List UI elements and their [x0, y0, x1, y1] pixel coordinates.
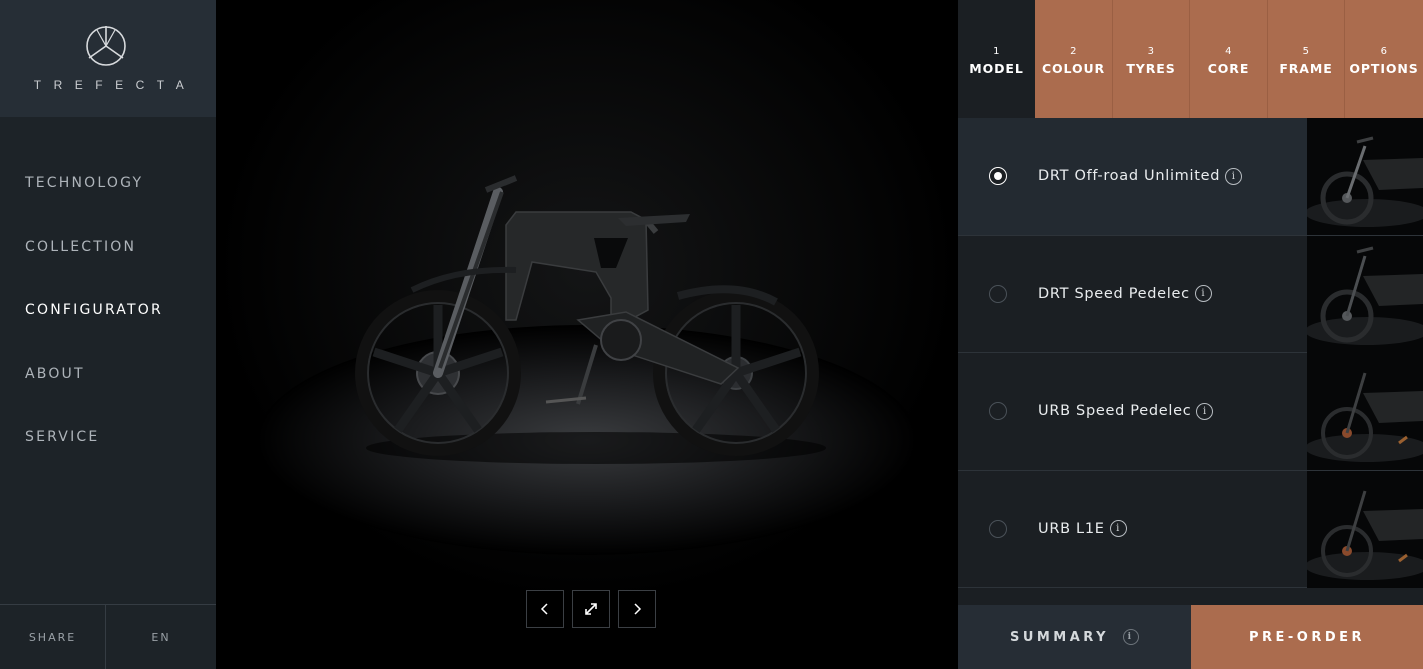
model-thumbnail [1307, 470, 1423, 588]
nav-item-service[interactable]: SERVICE [25, 429, 99, 445]
model-thumbnail [1307, 353, 1423, 470]
step-core[interactable]: 4 CORE [1190, 0, 1268, 118]
pre-order-button[interactable]: PRE-ORDER [1191, 605, 1423, 669]
next-view-button[interactable] [618, 590, 656, 628]
trefecta-tripod-icon [86, 26, 126, 66]
prev-view-button[interactable] [526, 590, 564, 628]
configurator-steps: 1 MODEL 2 COLOUR 3 TYRES 4 CORE 5 FRAME … [958, 0, 1423, 118]
action-bar: SUMMARY i PRE-ORDER [958, 605, 1423, 669]
nav-item-about[interactable]: ABOUT [25, 366, 85, 382]
info-icon[interactable]: i [1194, 285, 1212, 303]
step-colour[interactable]: 2 COLOUR [1035, 0, 1113, 118]
info-icon[interactable]: i [1196, 402, 1214, 420]
model-radio[interactable] [989, 284, 1007, 303]
fullscreen-button[interactable] [572, 590, 610, 628]
share-button[interactable]: SHARE [0, 605, 106, 669]
sidebar-footer: SHARE EN [0, 604, 216, 669]
nav-item-technology[interactable]: TECHNOLOGY [25, 175, 143, 191]
step-label: OPTIONS [1349, 61, 1419, 76]
info-icon[interactable]: i [1109, 520, 1127, 538]
model-name: URB L1E [1038, 520, 1105, 537]
step-options[interactable]: 6 OPTIONS [1345, 0, 1423, 118]
configurator-panel: 1 MODEL 2 COLOUR 3 TYRES 4 CORE 5 FRAME … [958, 0, 1423, 669]
model-radio[interactable] [989, 167, 1007, 186]
model-option[interactable]: DRT Off-road Unlimited i [958, 118, 1423, 236]
model-option[interactable]: DRT Speed Pedelec i [958, 235, 1423, 353]
nav-item-configurator[interactable]: CONFIGURATOR [25, 302, 163, 318]
step-frame[interactable]: 5 FRAME [1268, 0, 1345, 118]
bike-render [216, 0, 958, 669]
model-name: URB Speed Pedelec [1038, 403, 1192, 420]
step-model[interactable]: 1 MODEL [958, 0, 1035, 118]
model-name: DRT Speed Pedelec [1038, 285, 1190, 302]
step-tyres[interactable]: 3 TYRES [1113, 0, 1190, 118]
model-list: DRT Off-road Unlimited i DRT Speed Pedel… [958, 118, 1423, 588]
step-number: 5 [1302, 46, 1310, 57]
viewer-controls [526, 590, 656, 628]
step-label: TYRES [1126, 61, 1176, 76]
nav-item-collection[interactable]: COLLECTION [25, 239, 136, 255]
model-thumbnail [1307, 235, 1423, 353]
info-icon[interactable]: i [1225, 167, 1243, 185]
model-radio[interactable] [989, 402, 1007, 421]
step-label: MODEL [969, 61, 1024, 76]
language-selector[interactable]: EN [106, 605, 216, 669]
model-thumbnail [1307, 118, 1423, 235]
chevron-left-icon [540, 603, 548, 615]
summary-button[interactable]: SUMMARY i [958, 605, 1191, 669]
brand-name: TREFECTA [33, 78, 197, 92]
step-number: 4 [1225, 46, 1232, 57]
info-icon[interactable]: i [1123, 629, 1140, 645]
step-label: FRAME [1279, 61, 1333, 76]
logo-area[interactable]: TREFECTA [0, 0, 216, 117]
step-number: 1 [993, 46, 1000, 57]
chevron-right-icon [634, 603, 642, 615]
summary-label: SUMMARY [1009, 629, 1110, 645]
model-name: DRT Off-road Unlimited [1038, 168, 1221, 185]
model-radio[interactable] [989, 519, 1007, 538]
step-label: CORE [1207, 61, 1250, 76]
step-label: COLOUR [1041, 61, 1106, 76]
model-option[interactable]: URB L1E i [958, 470, 1423, 588]
step-number: 3 [1147, 46, 1155, 57]
sidebar: TREFECTA TECHNOLOGY COLLECTION CONFIGURA… [0, 0, 216, 669]
bike-viewer[interactable] [216, 0, 958, 669]
model-option[interactable]: URB Speed Pedelec i [958, 353, 1423, 471]
expand-icon [585, 603, 597, 615]
step-number: 2 [1070, 46, 1077, 57]
step-number: 6 [1380, 46, 1388, 57]
